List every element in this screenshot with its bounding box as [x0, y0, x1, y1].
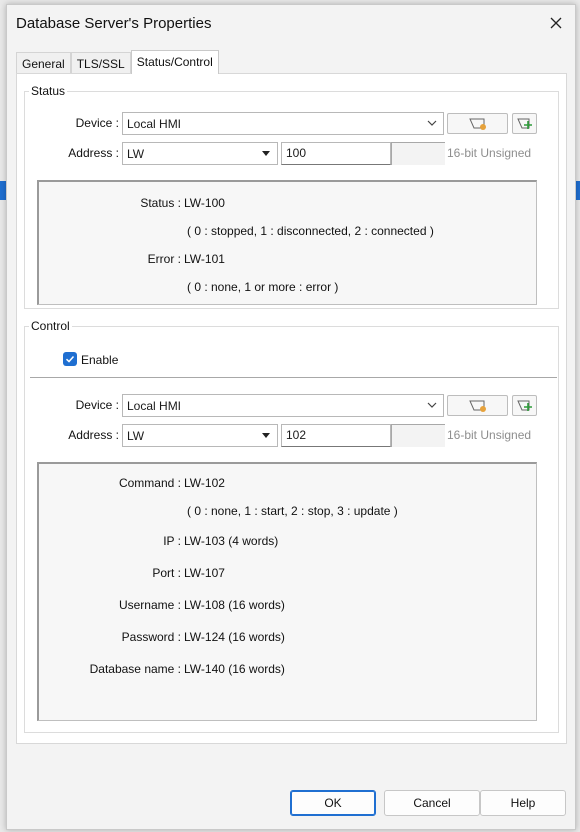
ip-register-label: IP :: [163, 534, 181, 548]
tab-strip: General TLS/SSL Status/Control: [16, 50, 219, 74]
control-group-title: Control: [29, 319, 72, 333]
ip-register-value: LW-103 (4 words): [184, 534, 279, 548]
dropdown-arrow-icon: [262, 151, 270, 156]
tab-tls-ssl[interactable]: TLS/SSL: [70, 52, 131, 74]
status-address-input[interactable]: 100: [281, 142, 391, 165]
command-register-label: Command :: [118, 476, 181, 490]
dropdown-arrow-icon: [262, 433, 270, 438]
help-button[interactable]: Help: [480, 790, 566, 816]
username-register-value: LW-108 (16 words): [184, 598, 285, 612]
title-bar: Database Server's Properties: [7, 5, 575, 41]
command-register-description: ( 0 : none, 1 : start, 2 : stop, 3 : upd…: [187, 504, 398, 518]
control-address-label: Address :: [68, 428, 119, 442]
status-add-address-button[interactable]: [512, 113, 537, 134]
database-name-register-label: Database name :: [89, 662, 181, 676]
add-address-icon: [516, 118, 532, 129]
command-register-value: LW-102: [184, 476, 225, 490]
error-register-value: LW-101: [184, 252, 225, 266]
tab-panel: Status Device : Local HMI Address : LW 1…: [16, 73, 567, 744]
enable-label[interactable]: Enable: [81, 353, 118, 367]
control-add-address-button[interactable]: [512, 395, 537, 416]
control-device-value: Local HMI: [127, 399, 182, 413]
error-register-label: Error :: [147, 252, 181, 266]
status-register-value: LW-100: [184, 196, 225, 210]
status-address-extra-box: [391, 142, 445, 165]
control-device-select[interactable]: Local HMI: [122, 394, 444, 417]
cancel-button[interactable]: Cancel: [384, 790, 480, 816]
properties-dialog: Database Server's Properties General TLS…: [6, 4, 576, 830]
status-group-title: Status: [29, 84, 68, 98]
add-address-icon: [516, 400, 532, 411]
dropdown-arrow-icon: [427, 402, 437, 408]
control-format-hint: 16-bit Unsigned: [447, 428, 532, 442]
control-address-type-select[interactable]: LW: [122, 424, 278, 447]
dropdown-arrow-icon: [427, 120, 437, 126]
control-address-input[interactable]: 102: [281, 424, 391, 447]
password-register-label: Password :: [121, 630, 181, 644]
status-format-hint: 16-bit Unsigned: [447, 146, 532, 160]
window-title: Database Server's Properties: [16, 15, 212, 32]
status-address-type-value: LW: [127, 147, 145, 161]
username-register-label: Username :: [118, 598, 181, 612]
checkmark-icon: [65, 355, 75, 363]
control-address-book-button[interactable]: [447, 395, 508, 416]
control-address-type-value: LW: [127, 429, 145, 443]
status-device-label: Device :: [75, 116, 119, 130]
control-address-extra-box: [391, 424, 445, 447]
status-info-box: Status : LW-100 ( 0 : stopped, 1 : disco…: [37, 180, 537, 305]
tab-status-control[interactable]: Status/Control: [130, 50, 219, 74]
database-name-register-value: LW-140 (16 words): [184, 662, 285, 676]
password-register-value: LW-124 (16 words): [184, 630, 285, 644]
status-register-label: Status :: [140, 196, 181, 210]
port-register-label: Port :: [152, 566, 181, 580]
status-address-label: Address :: [68, 146, 119, 160]
address-book-icon: [468, 118, 486, 130]
control-separator: [30, 377, 557, 378]
status-device-select[interactable]: Local HMI: [122, 112, 444, 135]
error-register-description: ( 0 : none, 1 or more : error ): [187, 280, 339, 294]
status-device-value: Local HMI: [127, 117, 182, 131]
control-device-label: Device :: [75, 398, 119, 412]
tab-general[interactable]: General: [16, 52, 71, 74]
close-icon: [550, 17, 562, 29]
status-address-type-select[interactable]: LW: [122, 142, 278, 165]
enable-checkbox[interactable]: [63, 352, 77, 366]
close-button[interactable]: [541, 9, 571, 37]
control-info-box: Command : LW-102 ( 0 : none, 1 : start, …: [37, 462, 537, 721]
status-address-book-button[interactable]: [447, 113, 508, 134]
port-register-value: LW-107: [184, 566, 225, 580]
status-register-description: ( 0 : stopped, 1 : disconnected, 2 : con…: [187, 224, 434, 238]
address-book-icon: [468, 400, 486, 412]
ok-button[interactable]: OK: [290, 790, 376, 816]
